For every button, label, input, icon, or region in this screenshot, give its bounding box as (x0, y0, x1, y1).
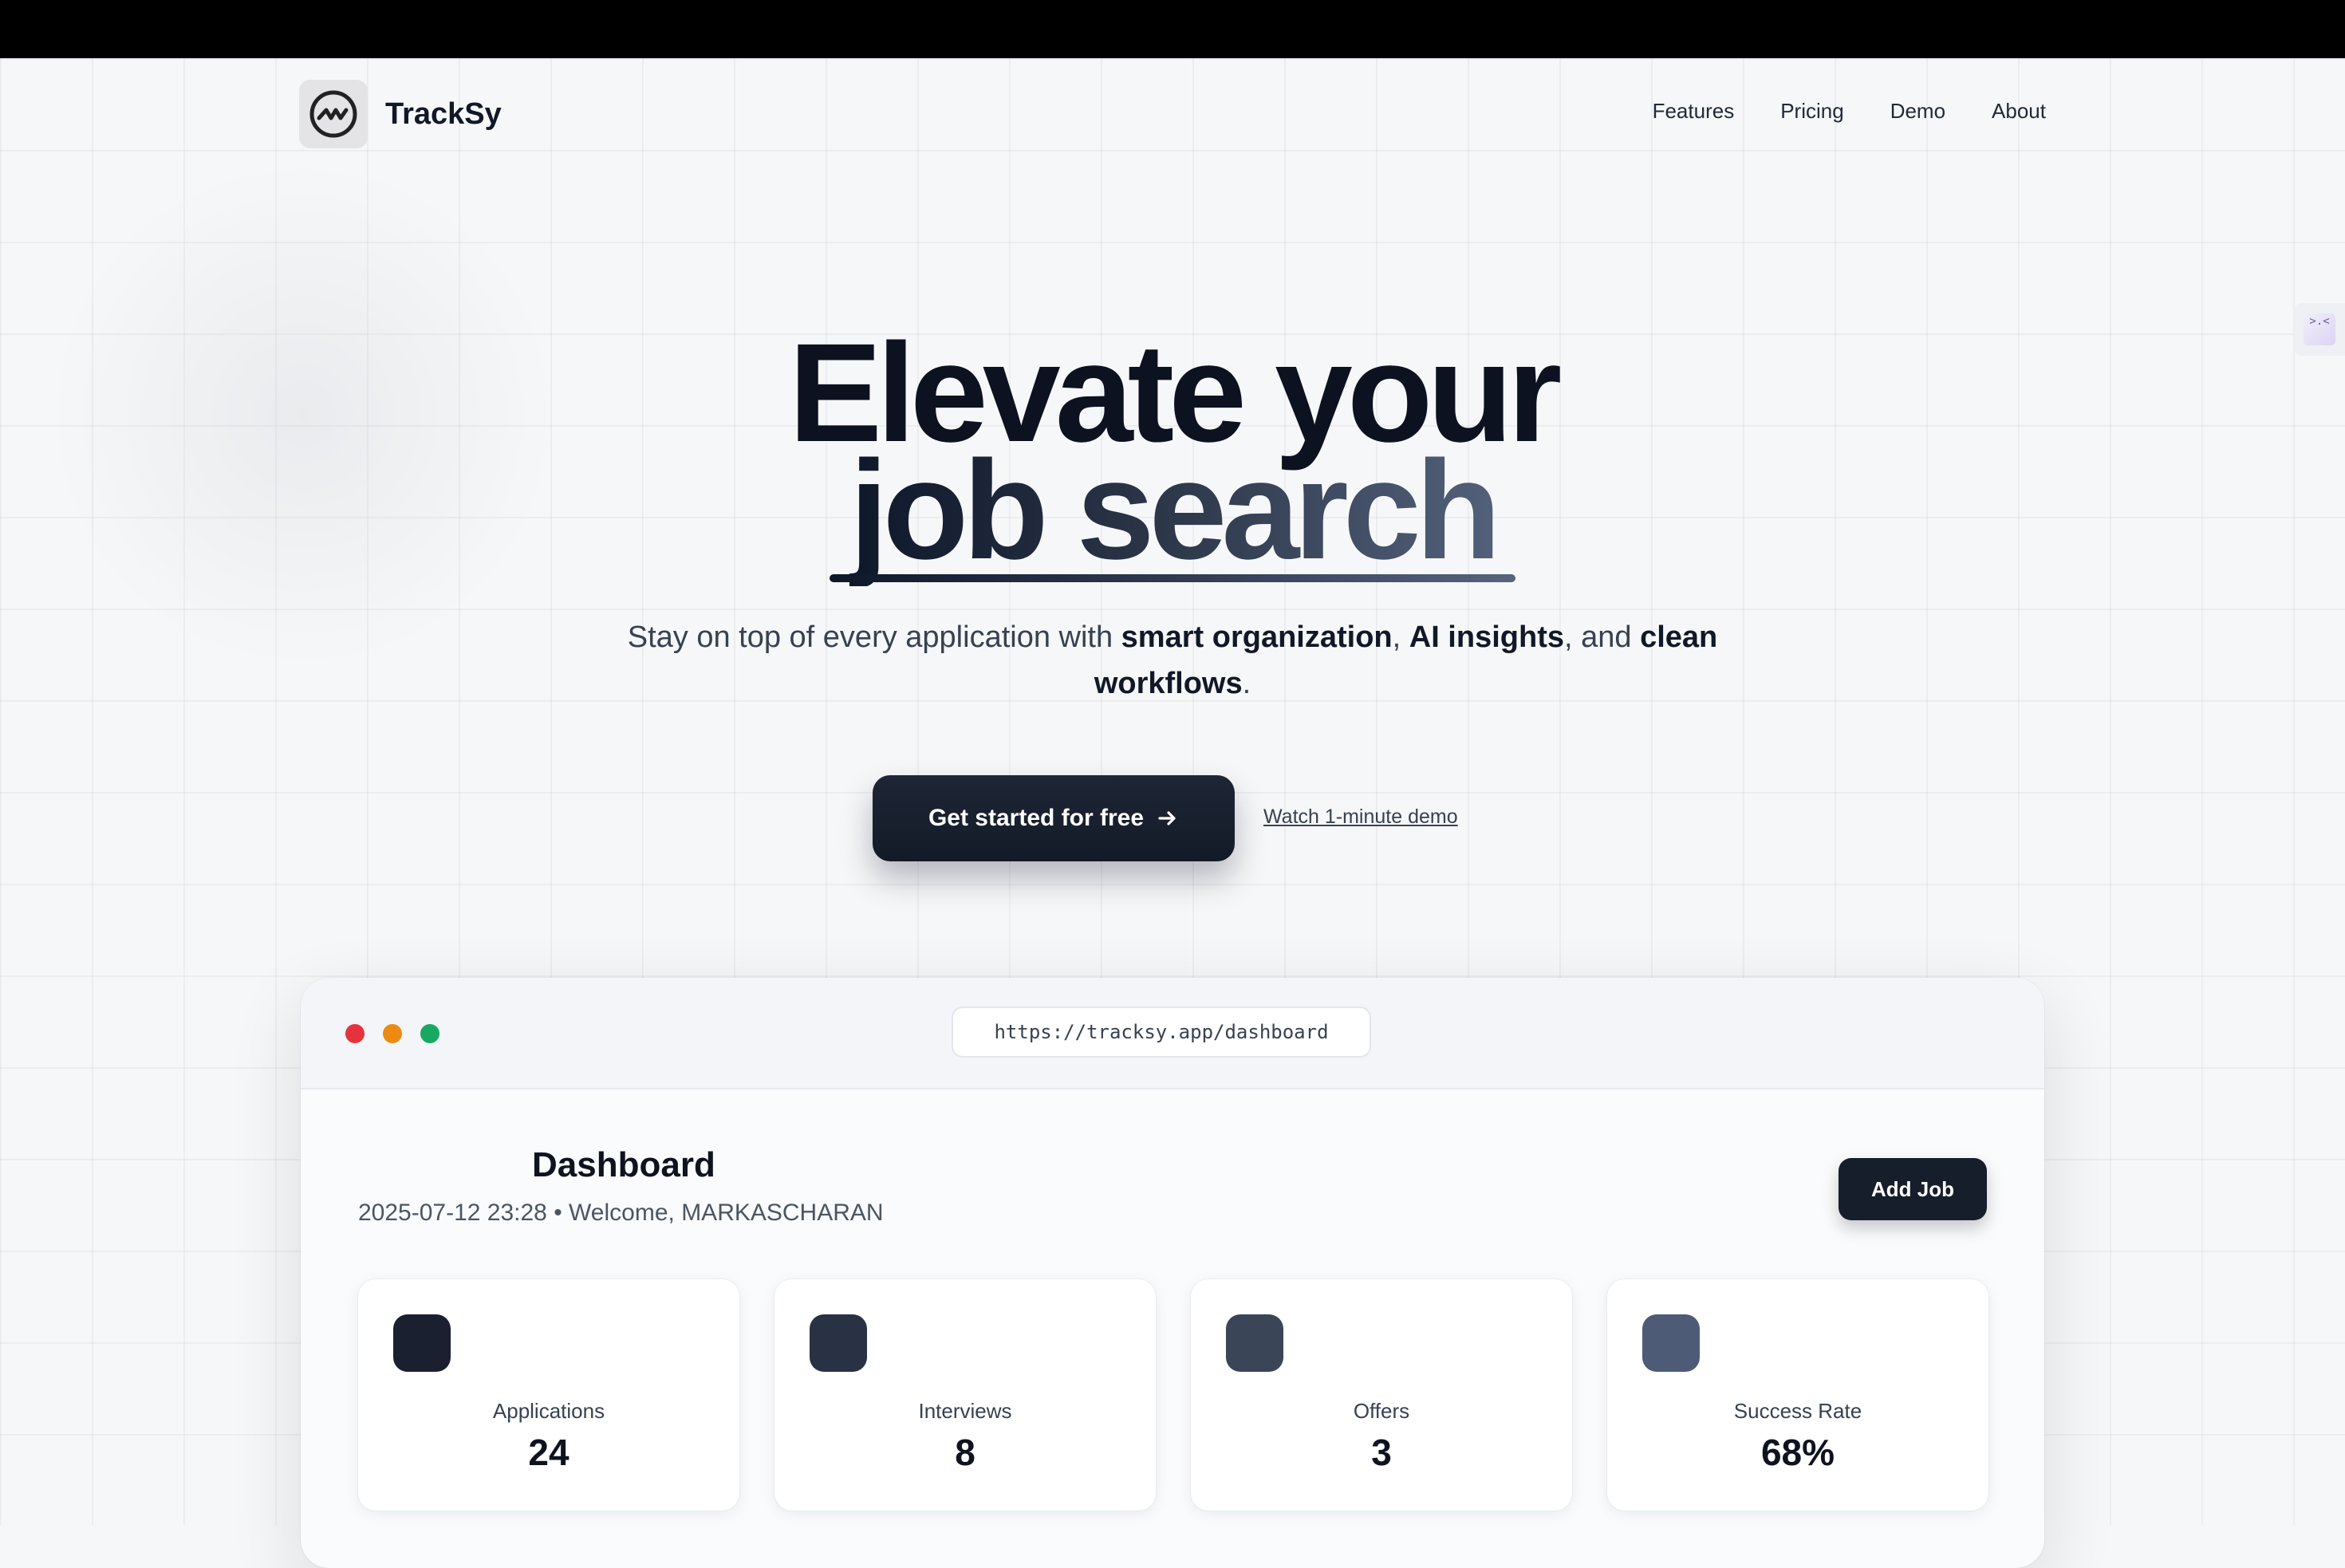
nav-about[interactable]: About (1992, 99, 2046, 124)
address-bar: https://tracksy.app/dashboard (952, 1007, 1371, 1058)
stat-label: Interviews (918, 1399, 1012, 1423)
stat-icon (393, 1314, 451, 1372)
stat-label: Success Rate (1733, 1399, 1862, 1423)
subtitle-text-2: , (1392, 621, 1409, 654)
subtitle-text-4: . (1242, 667, 1251, 700)
hero-subtitle: Stay on top of every application with sm… (614, 614, 1731, 707)
subtitle-text-1: Stay on top of every application with (627, 621, 1121, 654)
subtitle-bold-1: smart organization (1121, 621, 1393, 654)
stat-icon (810, 1314, 867, 1372)
nav-features[interactable]: Features (1653, 99, 1735, 124)
stats-cards: Applications 24 Interviews 8 Offers 3 Su… (358, 1279, 1988, 1511)
stat-card-offers: Offers 3 (1191, 1279, 1572, 1511)
stat-card-success-rate: Success Rate 68% (1607, 1279, 1988, 1511)
browser-chrome: https://tracksy.app/dashboard (301, 978, 2044, 1089)
window-close-dot (345, 1024, 365, 1043)
dashboard-title: Dashboard (532, 1145, 715, 1184)
top-black-bar (0, 0, 2345, 58)
hero-underline (830, 574, 1515, 582)
brand[interactable]: TrackSy (299, 80, 502, 148)
window-minimize-dot (383, 1024, 402, 1043)
get-started-label: Get started for free (928, 805, 1145, 831)
browser-preview: https://tracksy.app/dashboard Dashboard … (301, 978, 2044, 1568)
stat-icon (1226, 1314, 1283, 1372)
hero-title-line2-wrap: job search (0, 435, 2345, 586)
subtitle-text-3: , and (1563, 621, 1641, 654)
hero-title-line2: job search (849, 432, 1501, 589)
stat-value: 8 (955, 1432, 975, 1473)
main-nav: Features Pricing Demo About (1653, 99, 2046, 124)
watch-demo-link[interactable]: Watch 1-minute demo (1263, 806, 1458, 829)
nav-demo[interactable]: Demo (1890, 99, 1945, 124)
stat-card-interviews: Interviews 8 (774, 1279, 1156, 1511)
stat-label: Applications (492, 1399, 605, 1423)
add-job-button[interactable]: Add Job (1839, 1158, 1987, 1220)
stat-value: 24 (528, 1432, 570, 1473)
stat-icon (1642, 1314, 1700, 1372)
brand-name: TrackSy (385, 97, 502, 131)
stat-label: Offers (1353, 1399, 1410, 1423)
get-started-button[interactable]: Get started for free (873, 775, 1235, 861)
subtitle-bold-2: AI insights (1409, 621, 1564, 654)
arrow-right-icon (1158, 811, 1176, 825)
stat-card-applications: Applications 24 (358, 1279, 739, 1511)
nav-pricing[interactable]: Pricing (1780, 99, 1843, 124)
dashboard-subtitle: 2025-07-12 23:28 • Welcome, MARKASCHARAN (358, 1200, 884, 1226)
stat-value: 68% (1760, 1432, 1835, 1473)
stat-value: 3 (1371, 1432, 1392, 1473)
pulse-circle-icon (299, 80, 368, 148)
window-maximize-dot (420, 1024, 439, 1043)
